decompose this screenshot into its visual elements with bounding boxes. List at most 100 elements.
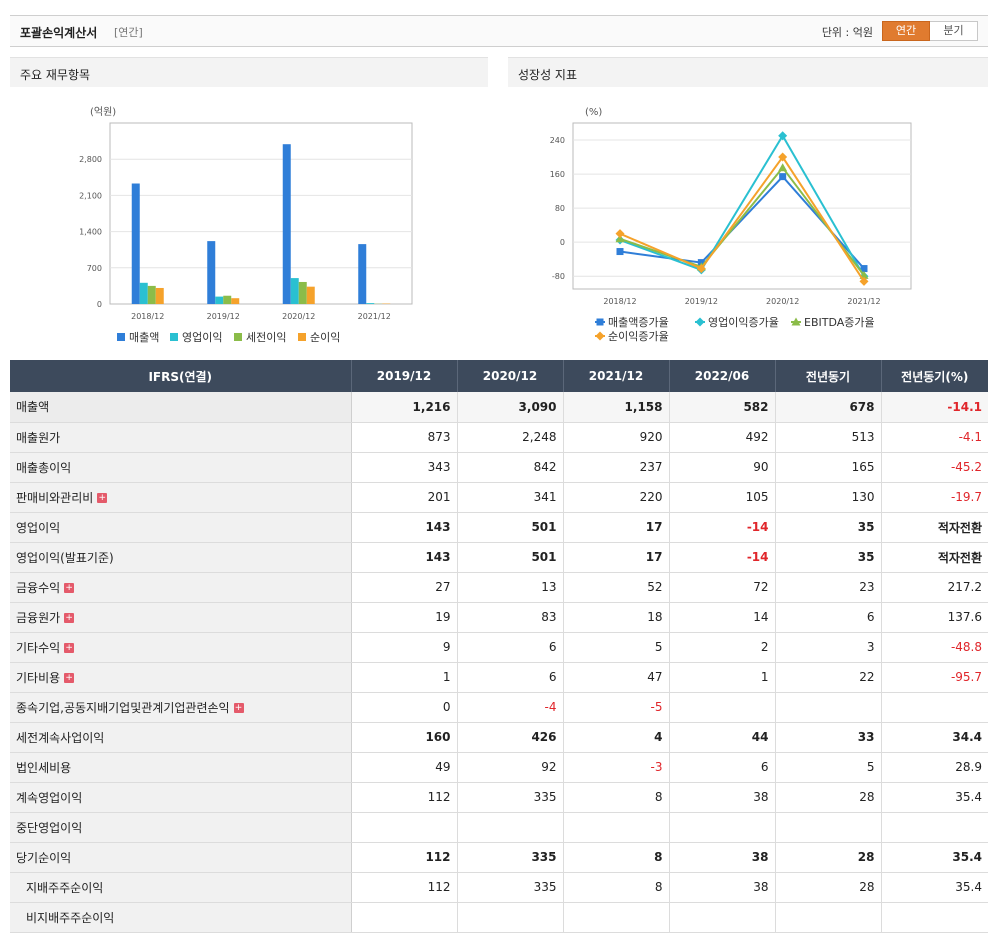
table-row: 종속기업,공동지배기업및관계기업관련손익 +0 -4 -5 — [10, 692, 988, 723]
table-cell: 5 — [563, 632, 670, 663]
legend-swatch — [117, 333, 125, 341]
table-cell: 130 — [775, 482, 882, 513]
table-cell: 3 — [775, 632, 882, 663]
y-tick-label: 80 — [555, 204, 565, 213]
table-cell: 28.9 — [881, 752, 988, 783]
table-cell: -3 — [563, 752, 670, 783]
table-cell: 34.4 — [881, 722, 988, 753]
row-label: 금융원가 + — [10, 602, 352, 633]
annual-tab[interactable]: 연간 — [882, 21, 930, 41]
expand-icon[interactable]: + — [64, 643, 75, 653]
table-cell — [775, 692, 882, 723]
table-cell: 112 — [351, 872, 458, 903]
table-cell: 90 — [669, 452, 776, 483]
table-cell: -95.7 — [881, 662, 988, 693]
expand-icon[interactable]: + — [64, 673, 75, 683]
legend-label: 영업이익 — [182, 331, 222, 344]
statement-period-type: [연간] — [114, 26, 143, 39]
table-row: 비지배주주순이익 — [10, 902, 988, 933]
expand-icon[interactable]: + — [233, 703, 244, 713]
table-cell: -4 — [457, 692, 564, 723]
table-row: 당기순이익 112 335 8 38 28 35.4 — [10, 842, 988, 873]
unit-label: 단위 : 억원 — [821, 26, 873, 39]
column-header: 2022/06 — [669, 360, 776, 392]
table-cell: 17 — [563, 542, 670, 573]
row-label-text: 중단영업이익 — [16, 820, 83, 835]
table-cell: 492 — [669, 422, 776, 453]
table-cell: 33 — [775, 722, 882, 753]
table-cell: 426 — [457, 722, 564, 753]
row-label-text: 금융수익 — [16, 580, 61, 595]
y-tick-label: 1,400 — [79, 228, 102, 237]
table-cell: 35 — [775, 542, 882, 573]
table-cell: 28 — [775, 842, 882, 873]
table-cell: -14 — [669, 512, 776, 543]
table-cell: 13 — [457, 572, 564, 603]
row-label: 비지배주주순이익 — [10, 902, 352, 933]
bar — [139, 282, 148, 304]
table-cell: 38 — [669, 842, 776, 873]
table-cell: 49 — [351, 752, 458, 783]
table-cell: 18 — [563, 602, 670, 633]
table-cell: 17 — [563, 512, 670, 543]
table-cell — [881, 692, 988, 723]
table-cell — [669, 902, 776, 933]
x-tick-label: 2019/12 — [207, 312, 240, 321]
table-cell: 52 — [563, 572, 670, 603]
row-label-text: 영업이익(발표기준) — [16, 550, 114, 565]
statement-header: 포괄손익계산서 [연간] 단위 : 억원 연간 분기 — [10, 15, 988, 47]
table-header-row: IFRS(연결) 2019/12 2020/12 2021/12 2022/06 전년동기… — [10, 360, 988, 392]
table-cell: 237 — [563, 452, 670, 483]
main-items-title: 주요 재무항목 — [10, 57, 488, 87]
row-label-text: 기타수익 — [16, 640, 61, 655]
bar — [298, 281, 307, 304]
row-label: 영업이익 — [10, 512, 352, 543]
table-row: 금융원가 +19 83 18 14 6 137.6 — [10, 602, 988, 633]
row-label: 매출총이익 — [10, 452, 352, 483]
row-label-text: 계속영업이익 — [16, 790, 83, 805]
table-cell: 6 — [775, 602, 882, 633]
table-row: 계속영업이익 112 335 8 38 28 35.4 — [10, 782, 988, 813]
growth-title: 성장성 지표 — [508, 57, 988, 87]
row-label: 종속기업,공동지배기업및관계기업관련손익 + — [10, 692, 352, 723]
row-label: 기타비용 + — [10, 662, 352, 693]
bar — [131, 183, 140, 304]
table-cell: 1 — [669, 662, 776, 693]
table-cell: 6 — [457, 662, 564, 693]
table-cell: 678 — [775, 392, 882, 423]
table-cell — [881, 902, 988, 933]
table-cell: 501 — [457, 542, 564, 573]
row-label: 금융수익 + — [10, 572, 352, 603]
main-items-panel: 주요 재무항목 (억원) 0 700 1,400 2,100 2,800 2018/12 20… — [10, 57, 488, 357]
row-label-text: 지배주주순이익 — [26, 880, 104, 895]
table-row: 중단영업이익 — [10, 812, 988, 843]
row-label: 기타수익 + — [10, 632, 352, 663]
table-row: 판매비와관리비 +201 341 220 105 130 -19.7 — [10, 482, 988, 513]
row-label: 세전계속사업이익 — [10, 722, 352, 753]
y-tick-label: 0 — [560, 238, 565, 247]
table-cell: 112 — [351, 842, 458, 873]
table-row: 영업이익(발표기준) 143 501 17 -14 35 적자전환 — [10, 542, 988, 573]
table-cell: 143 — [351, 542, 458, 573]
bar — [231, 298, 240, 304]
table-cell: 2,248 — [457, 422, 564, 453]
legend-label: 순이익 — [310, 331, 340, 344]
row-label-text: 법인세비용 — [16, 760, 72, 775]
legend-swatch — [298, 333, 306, 341]
legend-label: EBITDA증가율 — [804, 316, 875, 329]
table-cell: 1,158 — [563, 392, 670, 423]
bar — [155, 287, 164, 304]
table-cell: 적자전환 — [881, 542, 988, 573]
expand-icon[interactable]: + — [64, 583, 75, 593]
bar — [366, 303, 375, 304]
legend-label: 세전이익 — [246, 331, 286, 344]
quarter-tab[interactable]: 분기 — [930, 21, 978, 41]
row-label: 지배주주순이익 — [10, 872, 352, 903]
expand-icon[interactable]: + — [97, 493, 108, 503]
table-cell: -14.1 — [881, 392, 988, 423]
y-axis-label: (%) — [585, 107, 602, 118]
table-cell — [775, 812, 882, 843]
row-label: 판매비와관리비 + — [10, 482, 352, 513]
expand-icon[interactable]: + — [64, 613, 75, 623]
bar — [207, 241, 216, 304]
